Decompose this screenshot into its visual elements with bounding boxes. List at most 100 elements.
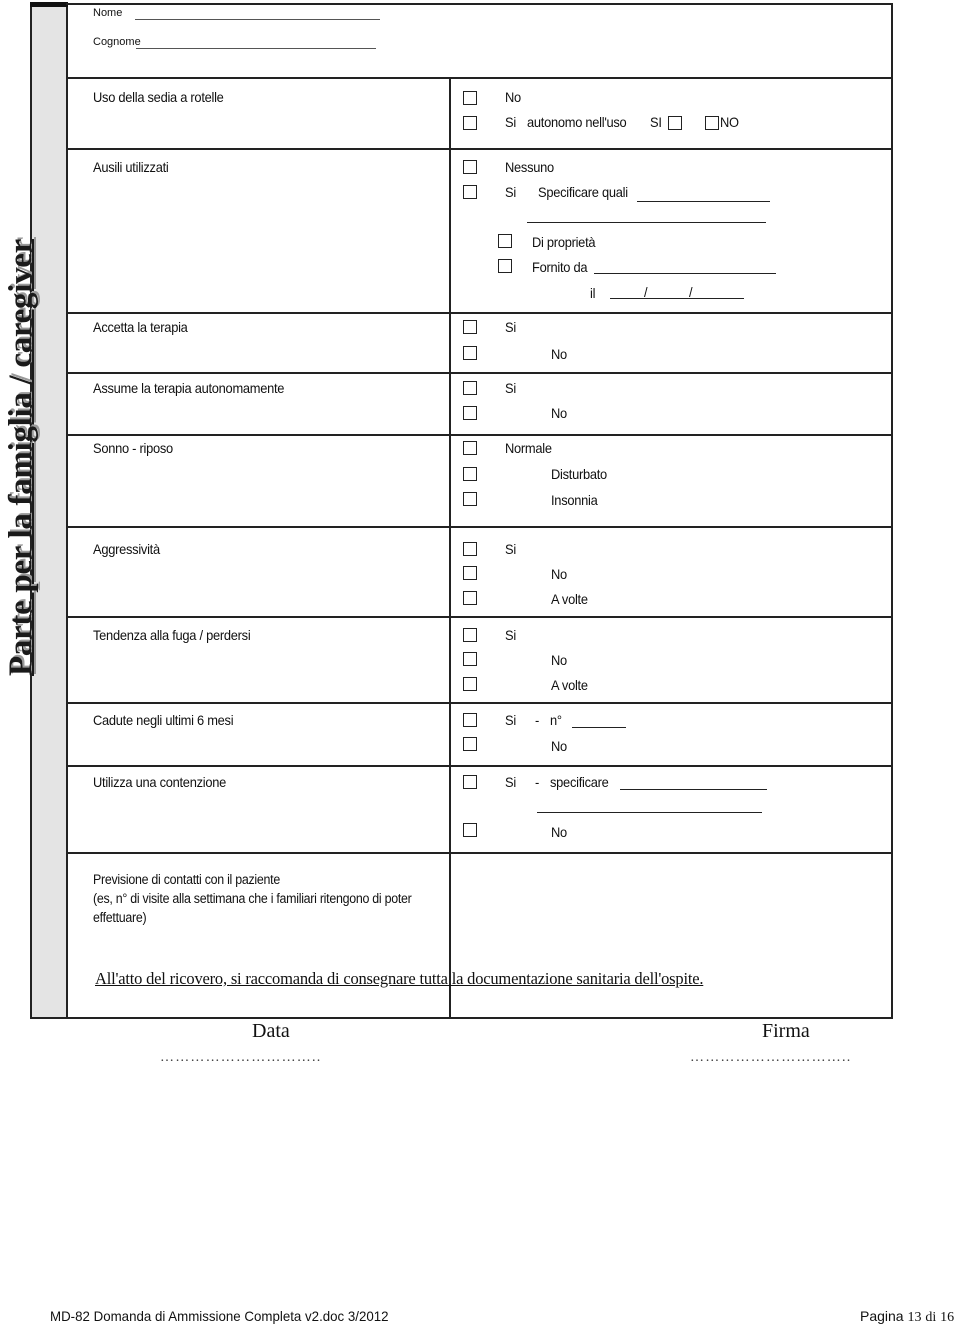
row-divider xyxy=(68,312,893,314)
row-divider xyxy=(68,77,893,79)
ausili-fornito-checkbox[interactable] xyxy=(498,259,512,273)
accetta-no-checkbox[interactable] xyxy=(463,346,477,360)
sonno-disturbato-checkbox[interactable] xyxy=(463,467,477,481)
sedia-autonomo-si-checkbox[interactable] xyxy=(668,116,682,130)
contatti-line-1: Previsione di contatti con il paziente xyxy=(93,872,280,887)
ausili-nessuno-checkbox[interactable] xyxy=(463,160,477,174)
aggressivita-no-checkbox[interactable] xyxy=(463,566,477,580)
ausili-label: Ausili utilizzati xyxy=(93,159,169,175)
accetta-si-checkbox[interactable] xyxy=(463,320,477,334)
assume-label: Assume la terapia autonomamente xyxy=(93,380,285,396)
aggressivita-si-checkbox[interactable] xyxy=(463,542,477,556)
accetta-no-label: No xyxy=(551,346,567,362)
cadute-no-checkbox[interactable] xyxy=(463,737,477,751)
aggressivita-no-label: No xyxy=(551,566,567,582)
data-field[interactable]: ………………………….. xyxy=(160,1050,321,1066)
contenzione-dash: - xyxy=(535,774,540,790)
page-current: 13 xyxy=(907,1310,922,1325)
page-separator: di xyxy=(925,1310,937,1325)
firma-label: Firma xyxy=(762,1020,810,1042)
ausili-nessuno-label: Nessuno xyxy=(505,159,554,175)
row-divider xyxy=(68,434,893,436)
footer-page-number: Pagina 13 di 16 xyxy=(860,1308,954,1325)
contenzione-no-checkbox[interactable] xyxy=(463,823,477,837)
aggressivita-avolte-checkbox[interactable] xyxy=(463,591,477,605)
cognome-field[interactable] xyxy=(136,48,376,49)
cadute-no-label: No xyxy=(551,738,567,754)
page-total: 16 xyxy=(940,1310,955,1325)
fuga-si-checkbox[interactable] xyxy=(463,628,477,642)
aggressivita-si-label: Si xyxy=(505,541,516,557)
cadute-si-label: Si xyxy=(505,712,516,728)
contatti-field[interactable] xyxy=(452,856,890,966)
firma-field[interactable]: ………………………….. xyxy=(690,1050,851,1066)
ausili-proprieta-checkbox[interactable] xyxy=(498,234,512,248)
cadute-label: Cadute negli ultimi 6 mesi xyxy=(93,712,234,728)
date-separator: / xyxy=(689,284,693,300)
contenzione-label: Utilizza una contenzione xyxy=(93,774,226,790)
contenzione-specificare-field-2[interactable] xyxy=(537,812,762,813)
sedia-autonomo-no-label: NO xyxy=(720,114,739,130)
ausili-il-label: il xyxy=(590,285,596,301)
sedia-si-label: Si xyxy=(505,114,516,130)
sedia-autonomo-no-checkbox[interactable] xyxy=(705,116,719,130)
sidebar-cap xyxy=(30,2,68,7)
cadute-numero-field[interactable] xyxy=(572,727,626,728)
fuga-no-checkbox[interactable] xyxy=(463,652,477,666)
cognome-label: Cognome xyxy=(93,36,141,48)
assume-no-label: No xyxy=(551,405,567,421)
ausili-specificare-label: Specificare quali xyxy=(538,184,628,200)
contenzione-specificare-label: specificare xyxy=(550,774,609,790)
ausili-date-field[interactable] xyxy=(610,298,744,299)
row-divider xyxy=(68,526,893,528)
column-divider xyxy=(449,79,451,1019)
row-divider xyxy=(68,372,893,374)
sonno-insonnia-checkbox[interactable] xyxy=(463,492,477,506)
sonno-disturbato-label: Disturbato xyxy=(551,466,607,482)
row-divider xyxy=(68,148,893,150)
sedia-no-checkbox[interactable] xyxy=(463,91,477,105)
contenzione-specificare-field[interactable] xyxy=(620,789,767,790)
contenzione-si-checkbox[interactable] xyxy=(463,775,477,789)
cadute-si-checkbox[interactable] xyxy=(463,713,477,727)
assume-no-checkbox[interactable] xyxy=(463,406,477,420)
data-label: Data xyxy=(252,1020,290,1042)
sonno-label: Sonno - riposo xyxy=(93,440,173,456)
fuga-no-label: No xyxy=(551,652,567,668)
fuga-avolte-checkbox[interactable] xyxy=(463,677,477,691)
sonno-insonnia-label: Insonnia xyxy=(551,492,598,508)
ausili-fornito-label: Fornito da xyxy=(532,259,588,275)
page-label: Pagina xyxy=(860,1308,904,1324)
sedia-autonomo-si-label: SI xyxy=(650,114,662,130)
contenzione-si-label: Si xyxy=(505,774,516,790)
date-separator: / xyxy=(644,284,648,300)
footer-document-id: MD-82 Domanda di Ammissione Completa v2.… xyxy=(50,1308,389,1324)
nome-field[interactable] xyxy=(135,19,380,20)
contenzione-no-label: No xyxy=(551,824,567,840)
accetta-label: Accetta la terapia xyxy=(93,319,188,335)
sedia-si-checkbox[interactable] xyxy=(463,116,477,130)
contatti-description: Previsione di contatti con il paziente (… xyxy=(93,870,412,927)
row-divider xyxy=(68,852,893,854)
assume-si-label: Si xyxy=(505,380,516,396)
fuga-si-label: Si xyxy=(505,627,516,643)
ausili-si-checkbox[interactable] xyxy=(463,185,477,199)
sedia-label: Uso della sedia a rotelle xyxy=(93,89,224,105)
fuga-avolte-label: A volte xyxy=(551,677,588,693)
assume-si-checkbox[interactable] xyxy=(463,381,477,395)
row-divider xyxy=(68,616,893,618)
aggressivita-label: Aggressività xyxy=(93,541,160,557)
sonno-normale-label: Normale xyxy=(505,440,552,456)
documentation-note: All'atto del ricovero, si raccomanda di … xyxy=(95,969,704,988)
ausili-specificare-field[interactable] xyxy=(637,201,770,202)
row-divider xyxy=(68,765,893,767)
sedia-autonomo-label: autonomo nell'uso xyxy=(527,114,627,130)
contatti-line-3: effettuare) xyxy=(93,910,147,925)
row-divider xyxy=(68,702,893,704)
sonno-normale-checkbox[interactable] xyxy=(463,441,477,455)
ausili-specificare-field-2[interactable] xyxy=(527,222,766,223)
ausili-fornito-field[interactable] xyxy=(594,273,776,274)
nome-label: Nome xyxy=(93,7,123,19)
sedia-no-label: No xyxy=(505,89,521,105)
section-title: Parte per la famiglia / caregiver xyxy=(3,239,39,676)
